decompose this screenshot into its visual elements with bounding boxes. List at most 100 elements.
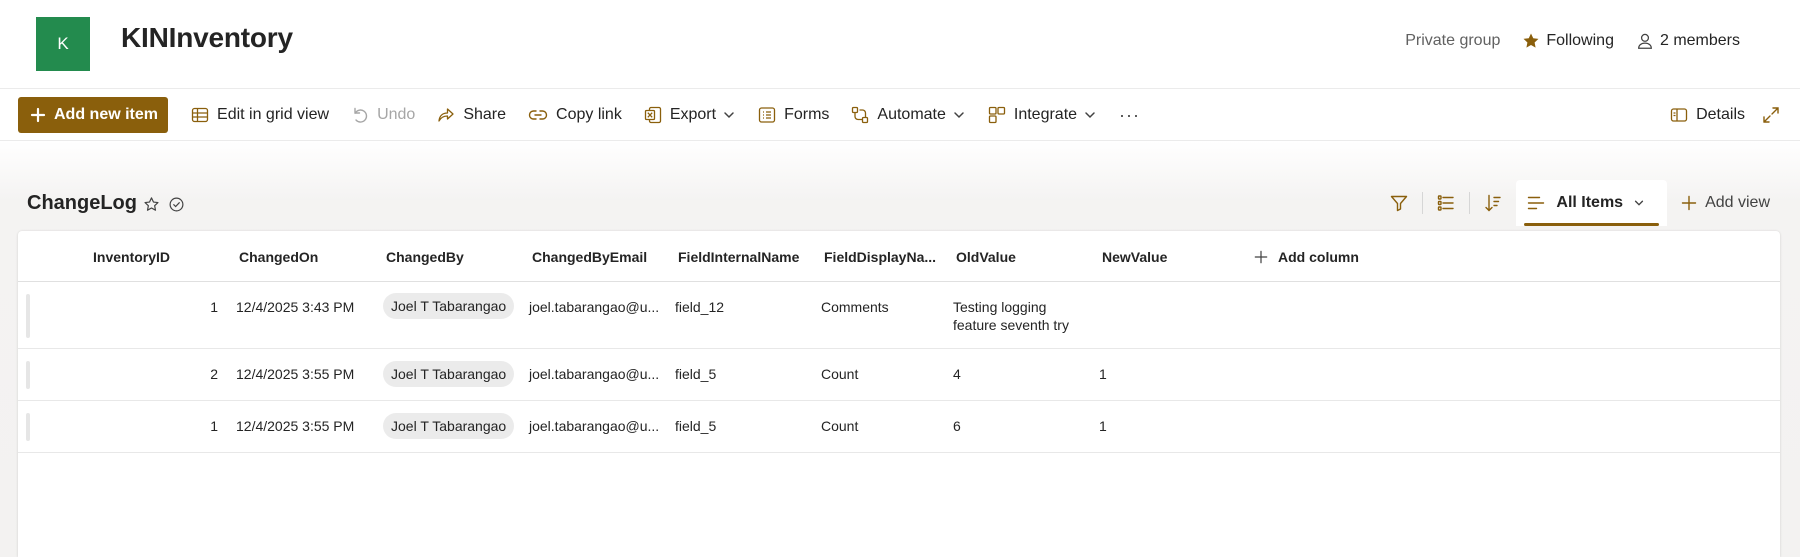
sort-button[interactable] [1470,180,1516,226]
expand-button[interactable] [1756,97,1786,133]
cell-newvalue: 1 [1099,418,1107,434]
integrate-icon [988,106,1006,124]
cell-oldvalue: 6 [953,418,961,434]
undo-icon [354,107,368,123]
share-button[interactable]: Share [426,97,517,133]
table-row[interactable]: 1 12/4/2025 3:43 PM Joel T Tabarangao jo… [18,283,1780,349]
automate-label: Automate [877,106,946,123]
cell-changedon: 12/4/2025 3:55 PM [236,418,355,434]
chevron-down-icon [1085,112,1095,119]
row-selector[interactable] [26,294,30,338]
members-button[interactable]: 2 members [1636,32,1740,50]
command-bar: Add new item Edit in grid view Undo Shar… [0,90,1800,141]
cell-oldvalue: 4 [953,366,961,382]
following-label: Following [1546,32,1614,49]
column-header-fieldinternalname[interactable]: FieldInternalName [678,231,799,282]
expand-icon [1763,107,1779,123]
site-title[interactable]: KINInventory [121,22,293,54]
add-column-button[interactable]: Add column [1254,231,1359,282]
plus-icon [1254,250,1268,263]
cell-email: joel.tabarangao@u... [529,366,660,382]
add-view-button[interactable]: Add view [1667,180,1782,226]
flow-icon [852,106,869,124]
following-button[interactable]: Following [1522,32,1614,50]
list-title-actions [143,196,185,213]
forms-icon [758,107,776,123]
copy-link-label: Copy link [556,106,622,123]
column-header-changedbyemail[interactable]: ChangedByEmail [532,231,647,282]
table-row[interactable]: 1 12/4/2025 3:55 PM Joel T Tabarangao jo… [18,401,1780,453]
group-by-button[interactable] [1423,180,1469,226]
plus-icon [30,107,46,123]
filter-button[interactable] [1376,180,1422,226]
add-new-item-label: Add new item [54,106,159,123]
add-view-label: Add view [1705,194,1770,211]
undo-button[interactable]: Undo [340,97,426,133]
integrate-label: Integrate [1013,106,1078,123]
cell-inventoryid: 1 [210,418,218,434]
integrate-button[interactable]: Integrate [977,97,1108,133]
plus-icon [1681,195,1697,211]
edit-grid-view-button[interactable]: Edit in grid view [180,97,340,133]
add-new-item-button[interactable]: Add new item [18,97,169,133]
cell-oldvalue-line: feature seventh try [953,317,1069,333]
members-label: 2 members [1659,32,1740,49]
cell-fieldinternalname: field_5 [675,418,717,434]
filter-icon [1391,195,1408,212]
chevron-down-icon [724,112,734,119]
view-name: All Items [1556,194,1624,211]
cell-fielddisplayname: Count [821,366,859,382]
check-circle-icon[interactable] [168,196,185,213]
excel-icon [644,106,661,124]
export-button[interactable]: Export [633,97,747,133]
table-row[interactable]: 2 12/4/2025 3:55 PM Joel T Tabarangao jo… [18,349,1780,401]
cell-email: joel.tabarangao@u... [529,418,660,434]
column-header-inventoryid[interactable]: InventoryID [93,231,170,282]
command-bar-right: Details [1659,97,1786,133]
grid-icon [191,107,209,123]
column-header-changedon[interactable]: ChangedOn [239,231,318,282]
view-selector[interactable]: All Items [1516,180,1668,226]
cell-inventoryid: 1 [210,299,218,315]
view-lines-icon [1528,196,1545,210]
site-header: K KINInventory Private group Following 2… [0,0,1800,89]
person-pill[interactable]: Joel T Tabarangao [383,293,515,319]
copy-link-button[interactable]: Copy link [517,97,633,133]
column-header-changedby[interactable]: ChangedBy [386,231,464,282]
cell-oldvalue-line: Testing logging [953,299,1047,315]
undo-label: Undo [377,106,416,123]
cell-fieldinternalname: field_5 [675,366,717,382]
command-bar-left: Add new item Edit in grid view Undo Shar… [18,97,1151,133]
forms-button[interactable]: Forms [747,97,840,133]
cell-newvalue: 1 [1099,366,1107,382]
chevron-down-icon [1634,200,1644,206]
star-icon[interactable] [143,196,160,213]
share-icon [438,108,454,122]
site-header-actions: Private group Following 2 members [1405,32,1740,50]
list-settings-icon [1438,195,1455,211]
cell-fieldinternalname: field_12 [675,299,725,315]
person-pill[interactable]: Joel T Tabarangao [383,361,515,387]
row-selector[interactable] [26,361,30,389]
details-panel-icon [1670,108,1688,122]
star-filled-icon [1523,33,1539,48]
details-button[interactable]: Details [1659,97,1756,133]
link-icon [528,110,548,120]
more-commands-button[interactable]: ··· [1108,97,1151,133]
row-selector[interactable] [26,413,30,441]
list-title[interactable]: ChangeLog [27,192,137,215]
view-toolbar: All Items Add view [1376,180,1782,226]
column-header-fielddisplayname[interactable]: FieldDisplayNa... [824,231,936,282]
cell-fielddisplayname: Comments [821,299,889,315]
cell-fielddisplayname: Count [821,418,859,434]
person-pill[interactable]: Joel T Tabarangao [383,413,515,439]
column-header-oldvalue[interactable]: OldValue [956,231,1016,282]
cell-email: joel.tabarangao@u... [529,299,660,315]
automate-button[interactable]: Automate [840,97,976,133]
column-header-newvalue[interactable]: NewValue [1102,231,1167,282]
person-icon [1638,33,1652,49]
chevron-down-icon [954,112,964,119]
forms-label: Forms [784,106,830,123]
cell-oldvalue: Testing logging feature seventh try [953,298,1083,334]
site-logo[interactable]: K [36,17,90,71]
